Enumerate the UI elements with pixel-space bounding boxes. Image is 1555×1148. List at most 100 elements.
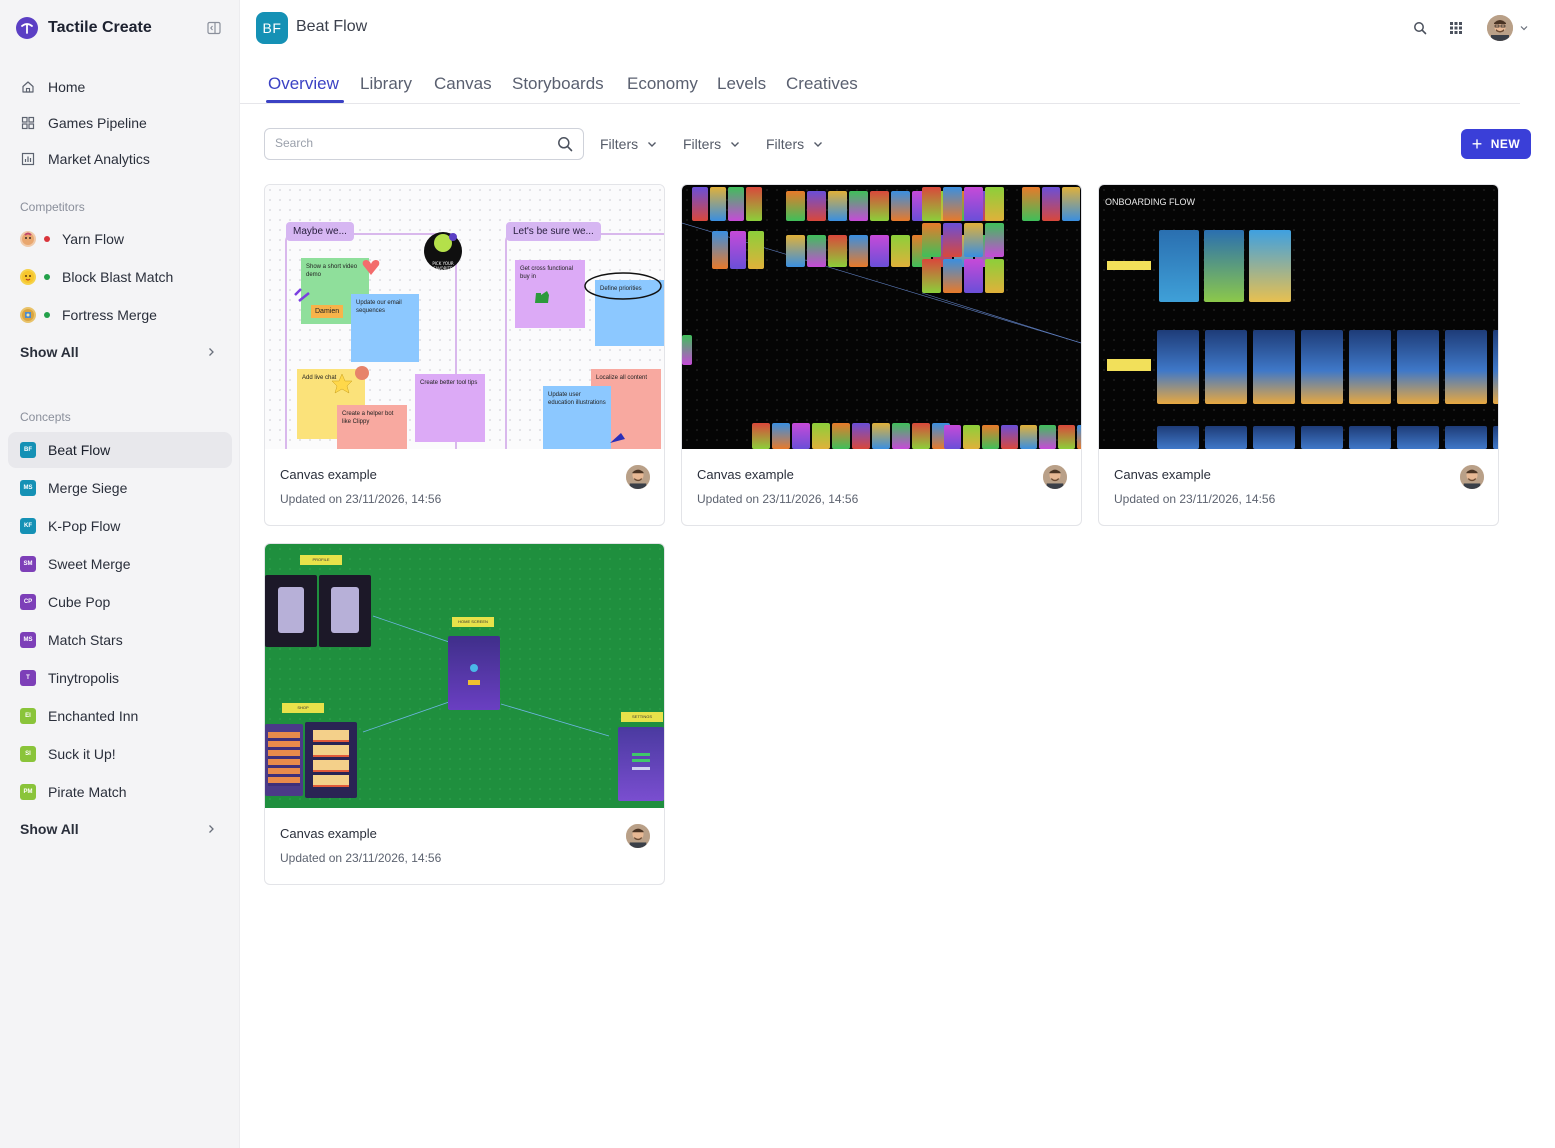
concept-item-suck-it-up[interactable]: SI Suck it Up!	[8, 736, 232, 772]
concept-item-merge-siege[interactable]: MS Merge Siege	[8, 470, 232, 506]
author-avatar	[626, 465, 650, 489]
canvas-card-3[interactable]: ONBOARDING FLOW Canvas example Updated o…	[1098, 184, 1499, 526]
canvas-thumbnail-screen-flow: PROFILE HOME SCREEN SHOP SETTINGS	[265, 544, 664, 808]
brand-logo-icon	[16, 17, 38, 39]
canvas-card-4[interactable]: PROFILE HOME SCREEN SHOP SETTINGS Canvas…	[264, 543, 665, 885]
new-button[interactable]: + NEW	[1461, 129, 1531, 159]
screen-mockup	[922, 187, 941, 221]
screen-mockup	[1077, 425, 1081, 449]
screen-mockup	[792, 423, 810, 449]
competitor-avatar-icon	[20, 307, 36, 323]
screen-mockup	[964, 223, 983, 257]
tab-economy[interactable]: Economy	[627, 74, 698, 94]
concept-label: Match Stars	[48, 632, 123, 648]
competitor-label: Block Blast Match	[62, 269, 174, 285]
status-dot	[44, 312, 50, 318]
screen-mockup	[985, 259, 1004, 293]
screen-mockup	[1058, 425, 1075, 449]
main-nav: Home Games Pipeline Market Analytics	[8, 70, 232, 178]
project-name[interactable]: Beat Flow	[296, 18, 367, 36]
concept-item-k-pop-flow[interactable]: KF K-Pop Flow	[8, 508, 232, 544]
concept-label: Merge Siege	[48, 480, 128, 496]
screen-mockup	[891, 235, 910, 267]
onboarding-title: ONBOARDING FLOW	[1105, 197, 1196, 207]
concept-badge: BF	[20, 442, 36, 458]
screen-mockup	[828, 191, 847, 221]
canvas-card-2[interactable]: Canvas example Updated on 23/11/2026, 14…	[681, 184, 1082, 526]
author-avatar	[1043, 465, 1067, 489]
tab-canvas[interactable]: Canvas	[434, 74, 492, 94]
filter-dropdown-1[interactable]: Filters	[600, 136, 658, 152]
flow-label: HOME SCREEN	[452, 617, 494, 627]
screen-mockup	[1301, 426, 1343, 449]
screen-mockup	[682, 335, 692, 365]
tab-storyboards[interactable]: Storyboards	[512, 74, 604, 94]
screen-mockup	[1349, 426, 1391, 449]
filter-label: Filters	[683, 136, 722, 152]
card-title: Canvas example	[280, 826, 377, 841]
screen-mockup	[1445, 330, 1487, 404]
nav-item-market-analytics[interactable]: Market Analytics	[8, 142, 232, 176]
screen-mockup	[1253, 426, 1295, 449]
screen-mockup	[892, 423, 910, 449]
concept-badge: EI	[20, 708, 36, 724]
user-avatar[interactable]	[1487, 15, 1513, 41]
search-input[interactable]	[275, 136, 545, 150]
tab-overview[interactable]: Overview	[268, 74, 339, 94]
canvas-card-1[interactable]: Maybe we... Let's be sure we... Show a s…	[264, 184, 665, 526]
concept-item-pirate-match[interactable]: PM Pirate Match	[8, 774, 232, 810]
tab-creatives[interactable]: Creatives	[786, 74, 858, 94]
nav-item-label: Home	[48, 79, 86, 95]
chevron-right-icon	[209, 348, 214, 356]
tab-levels[interactable]: Levels	[717, 74, 766, 94]
concept-item-match-stars[interactable]: MS Match Stars	[8, 622, 232, 658]
concept-item-tinytropolis[interactable]: T Tinytropolis	[8, 660, 232, 696]
concepts-show-all[interactable]: Show All	[8, 812, 232, 846]
concept-label: Sweet Merge	[48, 556, 131, 572]
screen-mockup	[305, 722, 357, 798]
search-icon[interactable]	[1411, 19, 1429, 37]
canvas-thumbnail-whiteboard: Maybe we... Let's be sure we... Show a s…	[265, 185, 664, 449]
nav-item-home[interactable]: Home	[8, 70, 232, 104]
collapse-sidebar-icon[interactable]	[206, 20, 222, 36]
concept-badge: SI	[20, 746, 36, 762]
screen-mockup	[730, 231, 746, 269]
apps-grid-icon[interactable]	[1447, 19, 1465, 37]
concept-badge: SM	[20, 556, 36, 572]
competitors-show-all[interactable]: Show All	[8, 335, 232, 369]
screen-mockup	[922, 223, 941, 257]
author-avatar	[626, 824, 650, 848]
canvas-thumbnail-onboarding: ONBOARDING FLOW	[1099, 185, 1498, 449]
screen-mockup	[265, 724, 303, 796]
screen-mockup	[1039, 425, 1056, 449]
chevron-down-icon	[731, 142, 740, 147]
brand[interactable]: Tactile Create	[16, 16, 224, 40]
filter-dropdown-3[interactable]: Filters	[766, 136, 824, 152]
card-title: Canvas example	[697, 467, 794, 482]
screen-mockup	[1157, 330, 1199, 404]
chevron-down-icon[interactable]	[1518, 19, 1530, 37]
screen-mockup	[1020, 425, 1037, 449]
plus-icon: +	[1471, 134, 1483, 154]
sticker-text: FAVORITE	[433, 266, 453, 271]
status-dot	[44, 236, 50, 242]
competitor-item-block-blast-match[interactable]: Block Blast Match	[8, 259, 232, 295]
concept-item-sweet-merge[interactable]: SM Sweet Merge	[8, 546, 232, 582]
screen-mockup	[728, 187, 744, 221]
competitor-item-fortress-merge[interactable]: Fortress Merge	[8, 297, 232, 333]
tab-library[interactable]: Library	[360, 74, 412, 94]
screen-mockup	[963, 425, 980, 449]
screen-mockup	[752, 423, 770, 449]
competitor-avatar-icon	[20, 231, 36, 247]
competitor-item-yarn-flow[interactable]: Yarn Flow	[8, 221, 232, 257]
card-updated: Updated on 23/11/2026, 14:56	[280, 492, 442, 506]
concept-item-cube-pop[interactable]: CP Cube Pop	[8, 584, 232, 620]
competitors-heading: Competitors	[20, 200, 85, 214]
filter-dropdown-2[interactable]: Filters	[683, 136, 741, 152]
screen-mockup	[943, 259, 962, 293]
nav-item-games-pipeline[interactable]: Games Pipeline	[8, 106, 232, 140]
search-icon[interactable]	[557, 136, 573, 157]
concept-item-enchanted-inn[interactable]: EI Enchanted Inn	[8, 698, 232, 734]
competitor-label: Yarn Flow	[62, 231, 124, 247]
concept-item-beat-flow[interactable]: BF Beat Flow	[8, 432, 232, 468]
